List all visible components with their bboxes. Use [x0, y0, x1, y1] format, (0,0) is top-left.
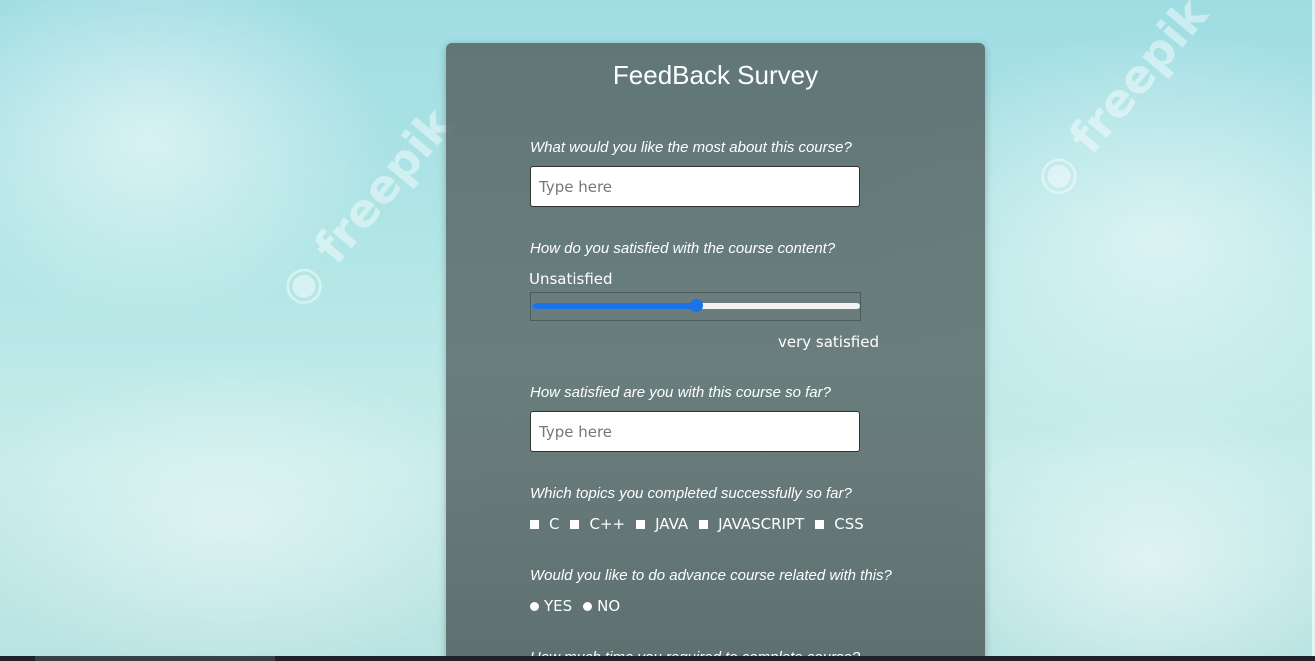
option-label: NO	[597, 597, 621, 615]
topic-option-c[interactable]: C	[530, 515, 570, 533]
question-content-satisfaction-label: How do you satisfied with the course con…	[530, 240, 836, 257]
option-label: C	[549, 515, 560, 533]
radio-button[interactable]	[530, 601, 539, 611]
advance-course-radio-group: YES NO	[530, 597, 631, 615]
slider-thumb[interactable]	[690, 299, 703, 312]
topic-option-css[interactable]: CSS	[815, 515, 875, 533]
checkbox[interactable]	[815, 519, 825, 529]
slider-fill	[532, 303, 696, 309]
checkbox[interactable]	[530, 519, 539, 529]
taskbar-item	[35, 656, 275, 661]
checkbox[interactable]	[636, 519, 646, 529]
option-label: CSS	[834, 515, 864, 533]
slider-min-label: Unsatisfied	[529, 270, 613, 288]
topic-option-java[interactable]: JAVA	[636, 515, 699, 533]
option-label: JAVA	[655, 515, 689, 533]
topics-checkbox-group: C C++ JAVA JAVASCRIPT CSS	[530, 515, 875, 533]
overall-satisfaction-input[interactable]	[530, 411, 860, 452]
radio-option-yes[interactable]: YES	[530, 597, 583, 615]
question-most-liked-label: What would you like the most about this …	[530, 139, 852, 156]
checkbox[interactable]	[699, 519, 709, 529]
radio-button[interactable]	[583, 601, 593, 611]
most-liked-input[interactable]	[530, 166, 860, 207]
watermark: ◉ freepik	[1022, 0, 1219, 207]
topic-option-javascript[interactable]: JAVASCRIPT	[699, 515, 815, 533]
watermark: ◉ freepik	[267, 97, 464, 317]
slider-max-label: very satisfied	[778, 333, 879, 351]
question-topics-label: Which topics you completed successfully …	[530, 485, 852, 502]
question-advance-course-label: Would you like to do advance course rela…	[530, 567, 892, 584]
survey-card: FeedBack Survey What would you like the …	[446, 43, 985, 661]
radio-option-no[interactable]: NO	[583, 597, 631, 615]
checkbox[interactable]	[570, 519, 580, 529]
option-label: JAVASCRIPT	[718, 515, 805, 533]
topic-option-cpp[interactable]: C++	[570, 515, 636, 533]
satisfaction-slider[interactable]	[530, 292, 861, 321]
question-overall-satisfaction-label: How satisfied are you with this course s…	[530, 384, 831, 401]
option-label: YES	[544, 597, 573, 615]
option-label: C++	[589, 515, 626, 533]
survey-title: FeedBack Survey	[612, 60, 819, 90]
